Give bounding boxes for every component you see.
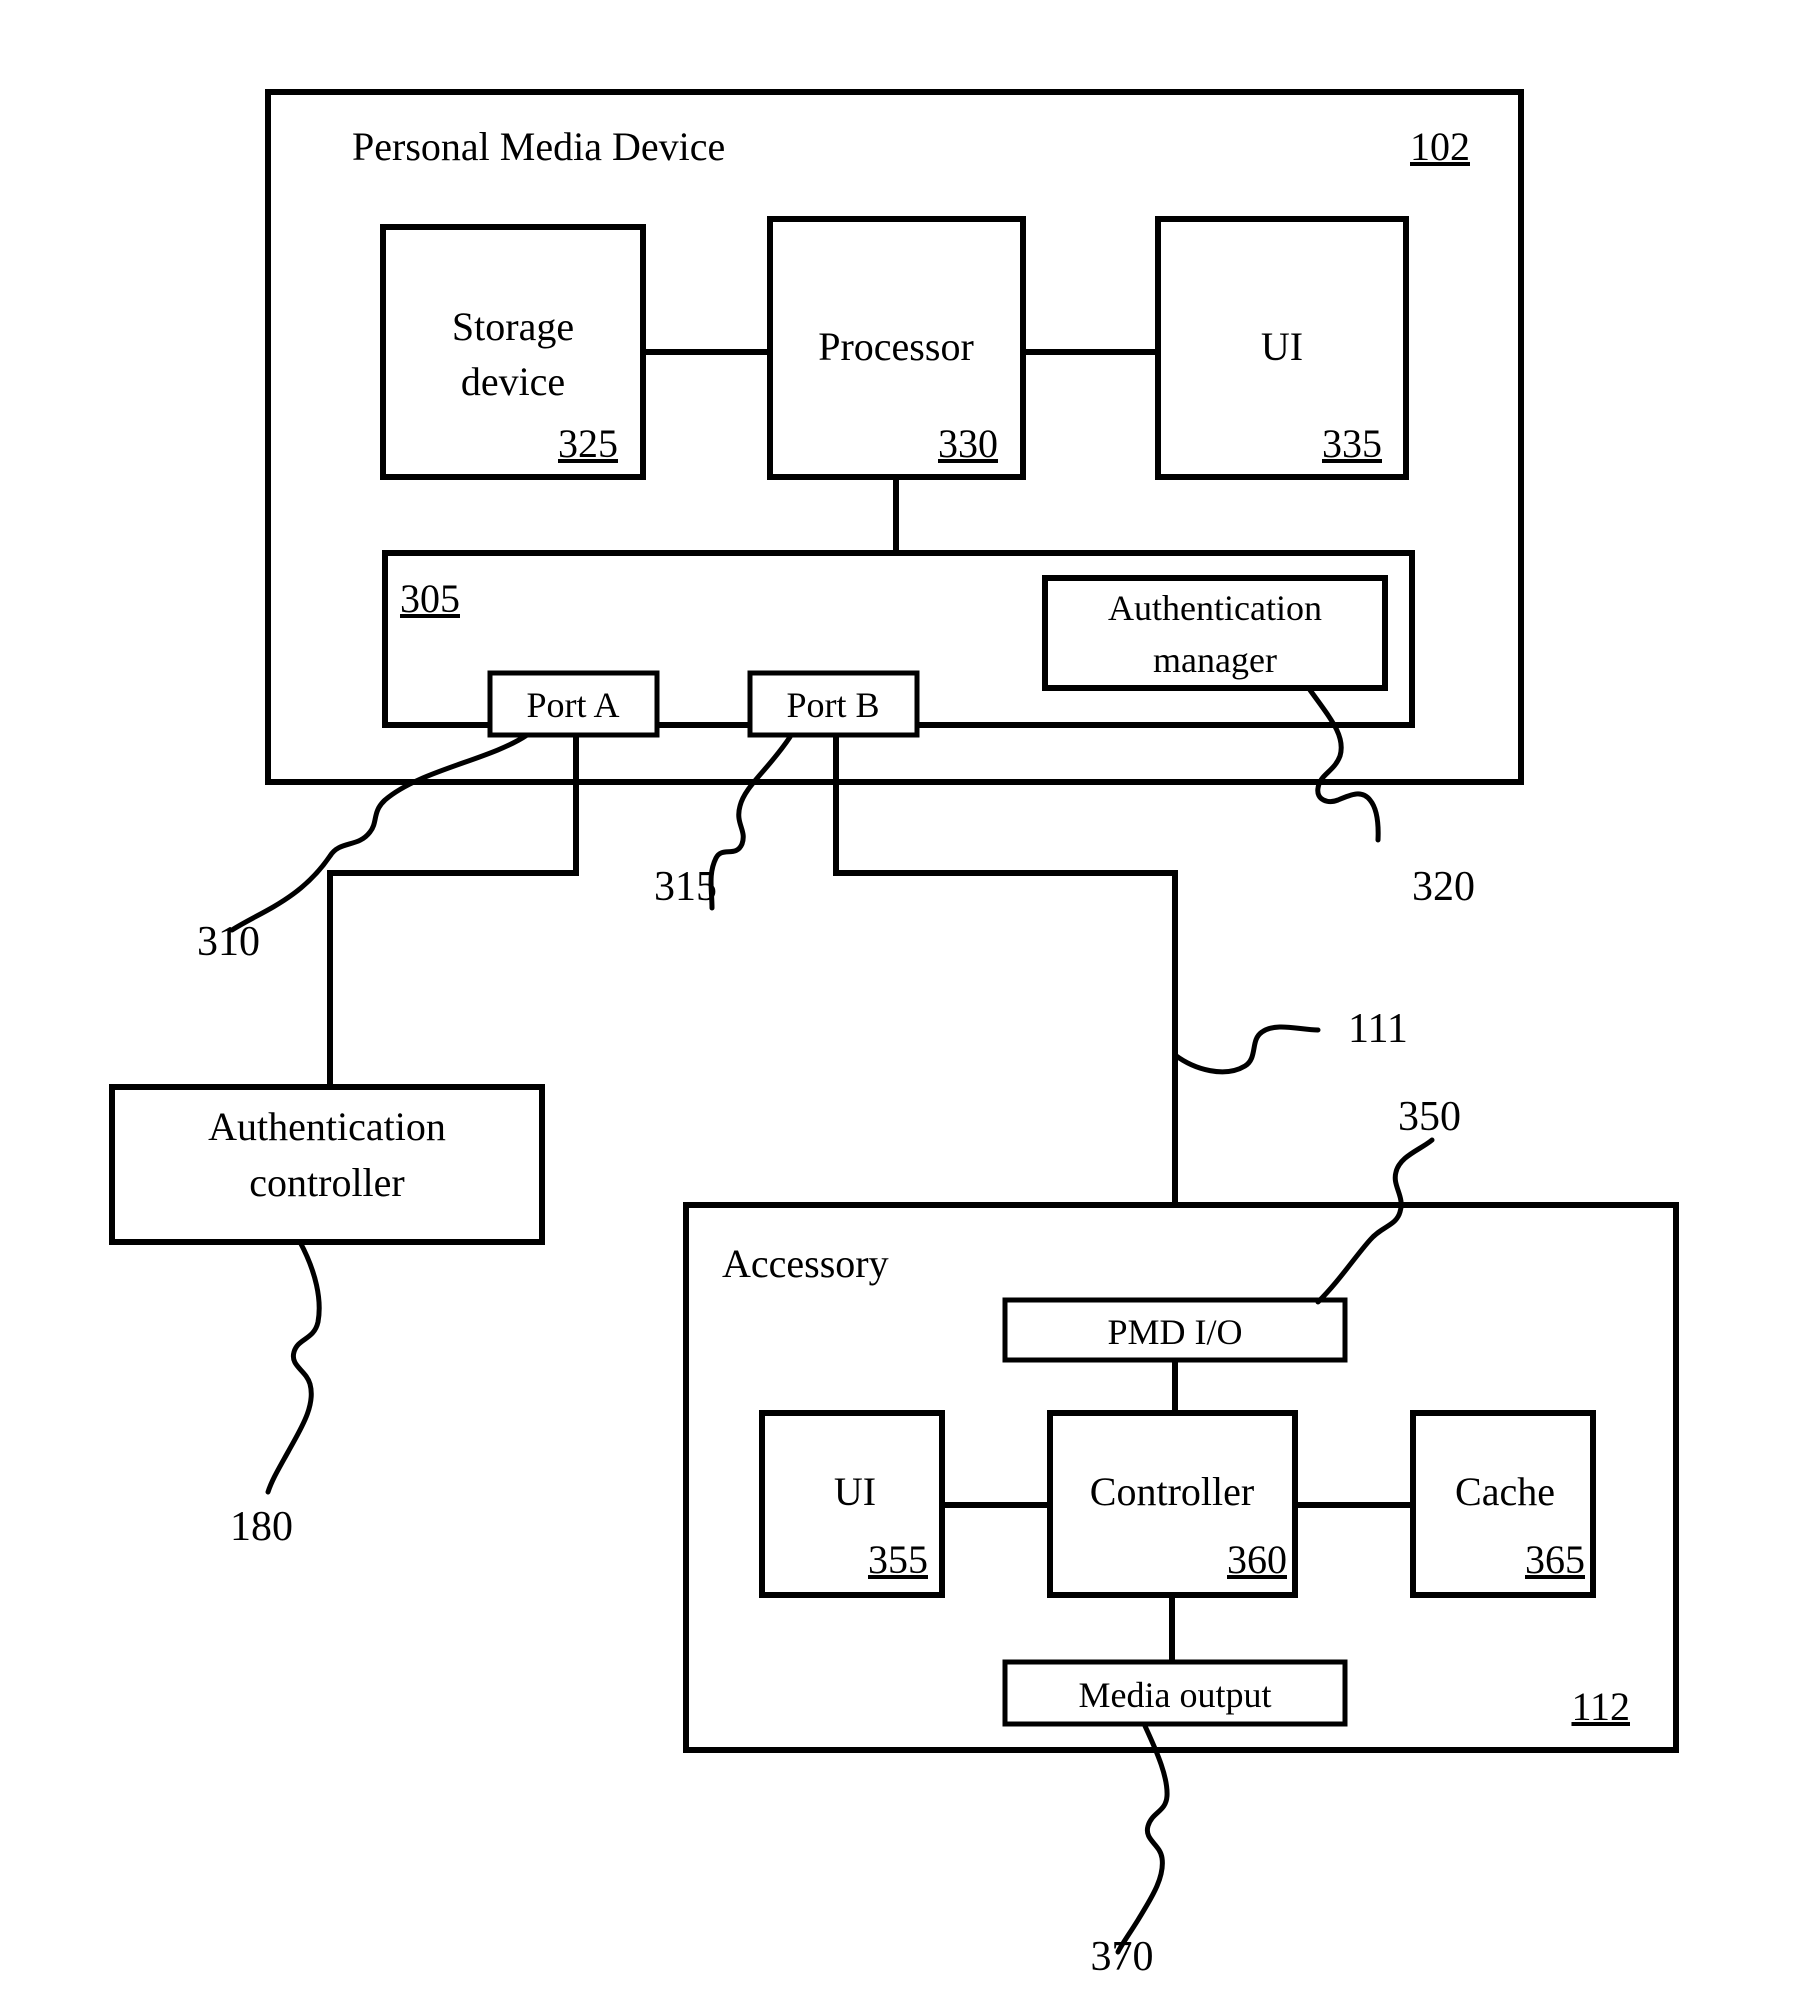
storage-device-label-line2: device (461, 359, 565, 404)
accessory-label: Accessory (722, 1241, 889, 1286)
authentication-controller-label-line2: controller (249, 1160, 405, 1205)
media-output-label: Media output (1079, 1675, 1272, 1715)
leader-line-180 (265, 1239, 322, 1495)
diagram-canvas: Personal Media Device 102 Storage device… (109, 89, 1679, 1980)
port-a-label: Port A (526, 685, 619, 725)
accessory-ui-label: UI (834, 1469, 876, 1514)
ref-180: 180 (230, 1504, 293, 1550)
ref-355: 355 (868, 1537, 928, 1582)
pmd-ui-label: UI (1261, 324, 1303, 369)
ref-350: 350 (1398, 1094, 1461, 1140)
ref-111: 111 (1348, 1006, 1408, 1052)
pmd-io-label: PMD I/O (1107, 1312, 1242, 1352)
personal-media-device-label: Personal Media Device (352, 124, 725, 169)
authentication-manager-label-line2: manager (1153, 640, 1277, 680)
ref-335: 335 (1322, 421, 1382, 466)
port-b-label: Port B (786, 685, 879, 725)
ref-112: 112 (1571, 1684, 1630, 1729)
cable-port-a-to-auth-controller (327, 735, 579, 1087)
accessory-controller-label: Controller (1090, 1469, 1254, 1514)
ref-315: 315 (654, 864, 717, 910)
cache-label: Cache (1455, 1469, 1555, 1514)
storage-device-label-line1: Storage (452, 304, 574, 349)
patent-figure: Personal Media Device 102 Storage device… (0, 0, 1815, 1998)
ref-365: 365 (1525, 1537, 1585, 1582)
ref-325: 325 (558, 421, 618, 466)
ref-305: 305 (400, 576, 460, 621)
leader-line-370 (1115, 1723, 1170, 1955)
ref-370: 370 (1091, 1934, 1154, 1980)
ref-360: 360 (1227, 1537, 1287, 1582)
leader-line-111 (1172, 1024, 1321, 1075)
ref-330: 330 (938, 421, 998, 466)
ref-310: 310 (197, 919, 260, 965)
ref-320: 320 (1412, 864, 1475, 910)
ref-102: 102 (1410, 124, 1470, 169)
authentication-manager-label-line1: Authentication (1108, 588, 1322, 628)
authentication-controller-label-line1: Authentication (208, 1104, 446, 1149)
processor-label: Processor (818, 324, 974, 369)
